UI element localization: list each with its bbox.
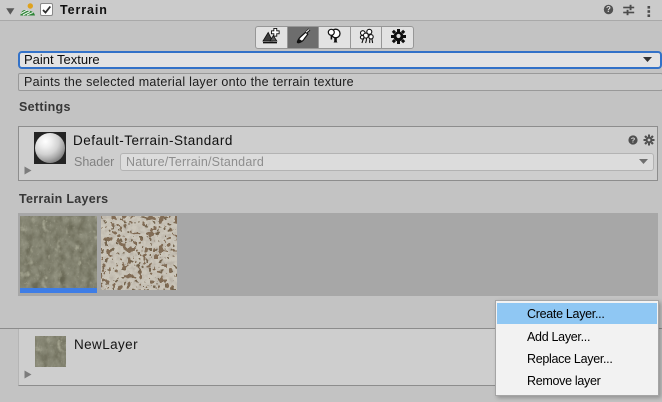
svg-text:?: ? (606, 5, 611, 14)
svg-text:?: ? (631, 136, 636, 145)
